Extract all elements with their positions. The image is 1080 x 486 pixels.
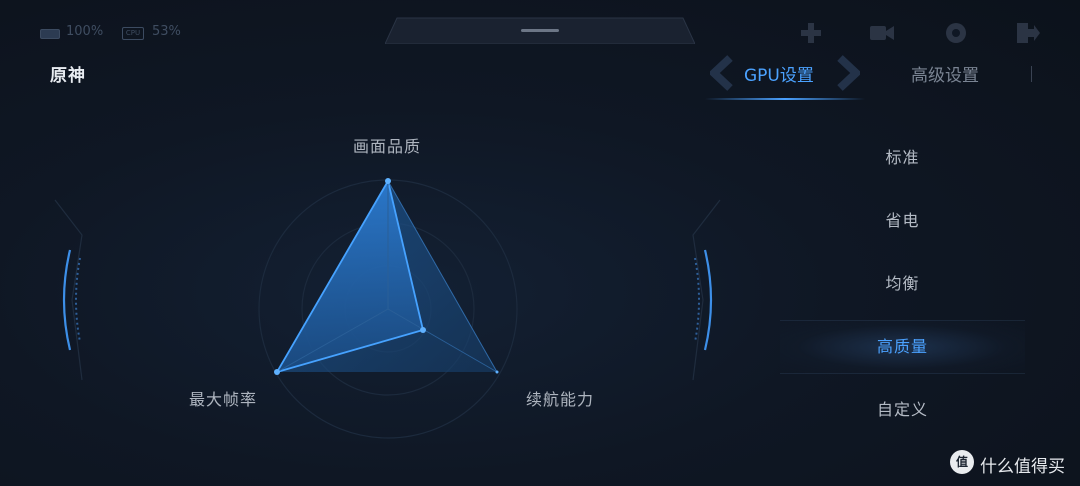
left-arc-decoration [54, 199, 83, 381]
right-arc-decoration [692, 199, 721, 381]
axis-label-max-framerate: 最大帧率 [189, 390, 258, 409]
axis-label-image-quality: 画面品质 [353, 137, 422, 156]
mode-power-saving[interactable]: 省电 [780, 195, 1025, 247]
radar-vertex-battery [495, 370, 499, 374]
radar-point-framerate [274, 369, 280, 375]
watermark-text: 什么值得买 [980, 457, 1065, 477]
axis-label-battery-life: 续航能力 [526, 390, 595, 409]
mode-standard[interactable]: 标准 [780, 132, 1025, 184]
mode-custom[interactable]: 自定义 [780, 384, 1025, 436]
mode-high-quality[interactable]: 高质量 [780, 320, 1025, 374]
radar-point-quality [385, 178, 391, 184]
radar-point-battery [420, 327, 426, 333]
watermark-logo: 值 [950, 450, 974, 474]
mode-balanced[interactable]: 均衡 [780, 258, 1025, 310]
gpu-settings-screen: 100% CPU 53% 原神 GPU设置 高级设置 画面品质 续航能力 最大帧… [0, 0, 1080, 486]
